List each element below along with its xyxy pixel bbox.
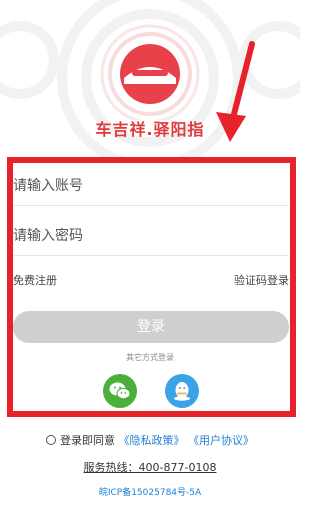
login-page: 车吉祥.驿阳指 免费注册 验证码登录 登录 其它方式登录 bbox=[0, 0, 300, 513]
terms-link[interactable]: 《用户协议》 bbox=[188, 434, 254, 447]
icp-record[interactable]: 皖ICP备15025784号-5A bbox=[0, 485, 300, 498]
code-login-link[interactable]: 验证码登录 bbox=[234, 272, 289, 288]
register-link[interactable]: 免费注册 bbox=[13, 272, 57, 288]
privacy-policy-link[interactable]: 《隐私政策》 bbox=[119, 434, 185, 447]
other-methods-label: 其它方式登录 bbox=[126, 353, 174, 362]
password-input[interactable] bbox=[13, 216, 289, 256]
agreement-prefix: 登录即同意 bbox=[60, 434, 115, 447]
annotation-arrow bbox=[216, 41, 255, 142]
service-hotline[interactable]: 服务热线：400-877-0108 bbox=[0, 459, 300, 475]
login-button[interactable]: 登录 bbox=[13, 311, 289, 343]
hotline-text[interactable]: 服务热线：400-877-0108 bbox=[84, 461, 217, 474]
agreement-row: 登录即同意 《隐私政策》 《用户协议》 bbox=[0, 432, 300, 448]
wechat-login-button[interactable] bbox=[103, 374, 137, 408]
qq-icon bbox=[174, 382, 190, 401]
account-input[interactable] bbox=[13, 166, 289, 206]
qq-login-button[interactable] bbox=[165, 374, 199, 408]
agree-radio[interactable] bbox=[46, 435, 56, 445]
wechat-icon bbox=[109, 382, 131, 400]
